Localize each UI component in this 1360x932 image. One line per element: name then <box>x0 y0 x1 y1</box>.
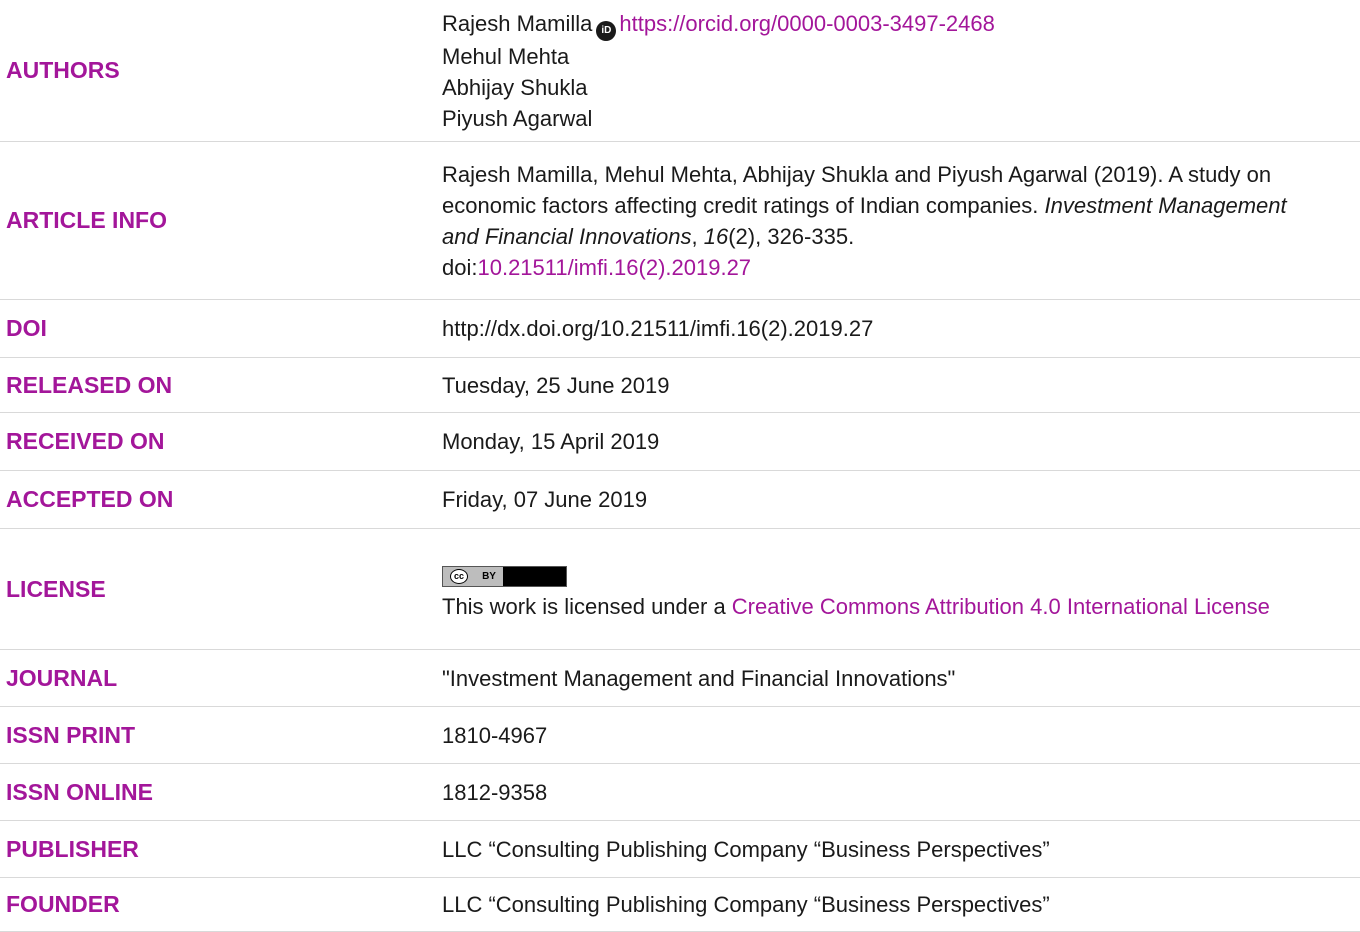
founder-value: LLC “Consulting Publishing Company “Busi… <box>442 892 1050 917</box>
article-info-value: Rajesh Mamilla, Mehul Mehta, Abhijay Shu… <box>442 161 1287 280</box>
citation-doi-link[interactable]: 10.21511/imfi.16(2).2019.27 <box>477 255 751 280</box>
lead-author-name: Rajesh Mamilla <box>442 10 593 36</box>
released-value: Tuesday, 25 June 2019 <box>442 372 670 398</box>
doi-row: DOI http://dx.doi.org/10.21511/imfi.16(2… <box>0 300 1360 358</box>
released-row: RELEASED ON Tuesday, 25 June 2019 <box>0 358 1360 413</box>
publisher-label: PUBLISHER <box>6 835 139 862</box>
authors-value: Rajesh Mamilla iD https://orcid.org/0000-0… <box>442 8 1360 134</box>
article-info-row: ARTICLE INFO Rajesh Mamilla, Mehul Mehta… <box>0 142 1360 300</box>
lead-author-line: Rajesh Mamilla iD https://orcid.org/0000-0… <box>442 8 1320 41</box>
issn-online-value: 1812-9358 <box>442 779 548 805</box>
license-label: LICENSE <box>6 575 106 602</box>
accepted-value: Friday, 07 June 2019 <box>442 487 648 512</box>
received-row: RECEIVED ON Monday, 15 April 2019 <box>0 413 1360 471</box>
accepted-row: ACCEPTED ON Friday, 07 June 2019 <box>0 471 1360 529</box>
license-text: This work is licensed under a Creative C… <box>442 591 1320 622</box>
received-value: Monday, 15 April 2019 <box>442 429 660 454</box>
founder-label: FOUNDER <box>6 891 120 917</box>
received-label: RECEIVED ON <box>6 428 165 454</box>
accepted-label: ACCEPTED ON <box>6 486 174 512</box>
cc-by-badge-icon[interactable]: cc BY <box>442 566 567 587</box>
journal-label: JOURNAL <box>6 664 118 691</box>
by-icon: BY <box>482 571 496 582</box>
citation-doi-prefix: doi: <box>442 254 478 280</box>
founder-row: FOUNDER LLC “Consulting Publishing Compa… <box>0 878 1360 932</box>
license-link[interactable]: Creative Commons Attribution 4.0 Interna… <box>732 594 1270 619</box>
journal-row: JOURNAL "Investment Management and Finan… <box>0 650 1360 707</box>
author-name: Mehul Mehta <box>442 43 570 69</box>
issn-print-value: 1810-4967 <box>442 722 548 748</box>
issn-print-row: ISSN PRINT 1810-4967 <box>0 707 1360 764</box>
issn-print-label: ISSN PRINT <box>6 721 136 748</box>
orcid-icon[interactable]: iD <box>596 20 617 41</box>
cc-icon: cc <box>450 569 469 584</box>
publisher-value: LLC “Consulting Publishing Company “Busi… <box>442 836 1050 862</box>
journal-value: "Investment Management and Financial Inn… <box>442 665 956 691</box>
citation-issue-pages: (2), 326-335. <box>728 223 855 249</box>
citation-volume: 16 <box>703 223 729 249</box>
author-name: Piyush Agarwal <box>442 105 593 131</box>
license-row: LICENSE cc BY This work is licensed unde… <box>0 529 1360 650</box>
orcid-link[interactable]: https://orcid.org/0000-0003-3497-2468 <box>619 11 994 36</box>
issn-online-label: ISSN ONLINE <box>6 778 153 805</box>
authors-label: AUTHORS <box>6 57 120 83</box>
issn-online-row: ISSN ONLINE 1812-9358 <box>0 764 1360 821</box>
doi-label: DOI <box>6 315 47 341</box>
publisher-row: PUBLISHER LLC “Consulting Publishing Com… <box>0 821 1360 878</box>
author-name: Abhijay Shukla <box>442 74 588 100</box>
doi-value: http://dx.doi.org/10.21511/imfi.16(2).20… <box>442 316 874 341</box>
authors-row: AUTHORS Rajesh Mamilla iD https://orcid.or… <box>0 0 1360 142</box>
article-info-label: ARTICLE INFO <box>6 207 167 233</box>
released-label: RELEASED ON <box>6 371 173 398</box>
article-info-table: AUTHORS Rajesh Mamilla iD https://orcid.or… <box>0 0 1360 932</box>
license-value: cc BY This work is licensed under a Crea… <box>442 556 1360 622</box>
license-text-prefix: This work is licensed under a <box>442 594 732 619</box>
